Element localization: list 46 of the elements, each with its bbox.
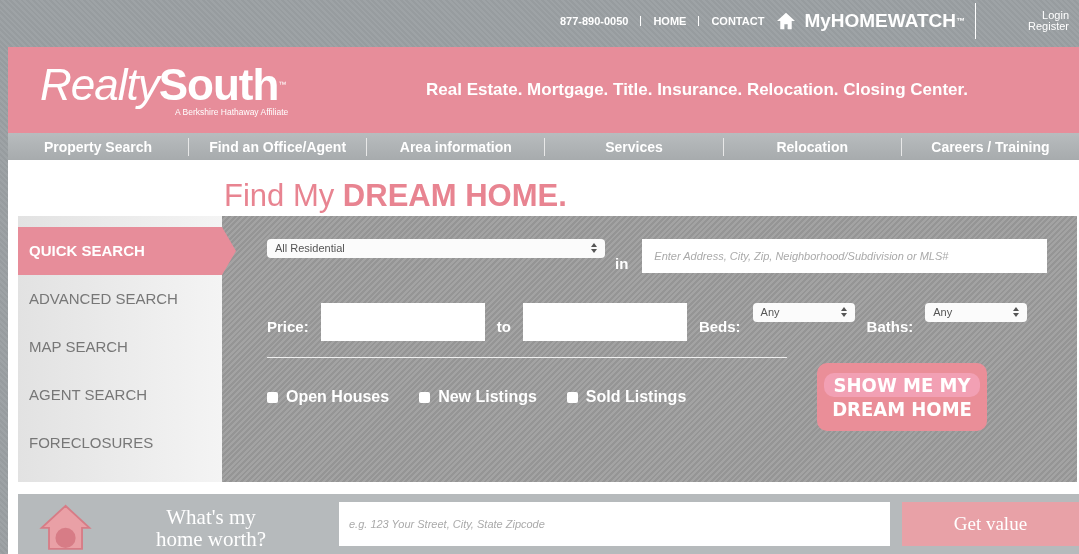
field-label: to — [496, 317, 511, 335]
min-price-field[interactable] — [320, 303, 485, 341]
phone-number: 877-890-0050 — [559, 15, 629, 27]
updown-arrows-icon — [1013, 307, 1020, 317]
nav-link[interactable]: Area information — [366, 137, 545, 156]
header-tagline: Real Estate. Mortgage. Title. Insurance. Relocation. Closing Center. — [426, 80, 968, 100]
max-price-field[interactable] — [522, 303, 687, 341]
page-heading: Find My DREAM HOME. — [223, 177, 568, 215]
homewatch-link[interactable]: MyHOMEWATCH$^{™}$ — [804, 3, 977, 39]
nav-link[interactable]: Find an Office/Agent — [188, 137, 367, 156]
account-link[interactable]: Register — [1028, 21, 1069, 32]
tab-pointer — [222, 227, 236, 275]
get-value-button[interactable]: Get value — [901, 502, 1079, 546]
field-label: Baths: — [866, 317, 914, 335]
checkbox[interactable] — [267, 391, 278, 403]
nav-link[interactable]: Relocation — [722, 137, 901, 156]
checkbox-label: Open Houses — [286, 388, 390, 406]
field-label: in — [615, 255, 629, 272]
top-link[interactable]: CONTACT — [711, 15, 765, 27]
nav-link[interactable]: Services — [544, 137, 723, 156]
property-type-select[interactable]: All Residential — [267, 239, 605, 258]
updown-arrows-icon — [591, 243, 597, 253]
checkbox[interactable] — [419, 391, 431, 403]
checkbox-label: New Listings — [438, 388, 537, 406]
search-button[interactable]: SHOW ME MY DREAM HOME — [817, 363, 987, 431]
top-link[interactable]: HOME — [653, 15, 687, 27]
home-worth-title: What's my home worth? — [154, 506, 268, 550]
search-tab[interactable]: ADVANCED SEARCH — [18, 275, 222, 323]
logo[interactable]: RealtySouth$^{™}$ A Berkshire Hathaway Affiliate — [40, 63, 420, 117]
search-tab[interactable]: AGENT SEARCH — [18, 371, 222, 419]
location-field[interactable]: Enter Address, City, Zip, Neighborhood/Subdivision or MLS# — [642, 239, 1047, 273]
baths-select[interactable]: Any — [925, 303, 1028, 322]
updown-arrows-icon — [840, 307, 847, 317]
nav-link[interactable]: Careers / Training — [900, 137, 1079, 156]
account-link[interactable]: Login — [1042, 10, 1069, 21]
field-label: Beds: — [698, 317, 741, 335]
field-label: Price: — [267, 317, 309, 335]
search-tab[interactable]: MAP SEARCH — [18, 323, 222, 371]
address-field[interactable]: e.g. 123 Your Street, City, State Zipcode — [339, 502, 890, 546]
house-dollar-icon — [38, 502, 94, 550]
search-tab[interactable]: FORECLOSURES — [18, 419, 222, 467]
beds-select[interactable]: Any — [752, 303, 855, 322]
checkbox[interactable] — [566, 391, 578, 403]
house-icon — [776, 12, 797, 30]
checkbox-label: Sold Listings — [585, 388, 687, 406]
nav-link[interactable]: Property Search — [8, 137, 188, 156]
